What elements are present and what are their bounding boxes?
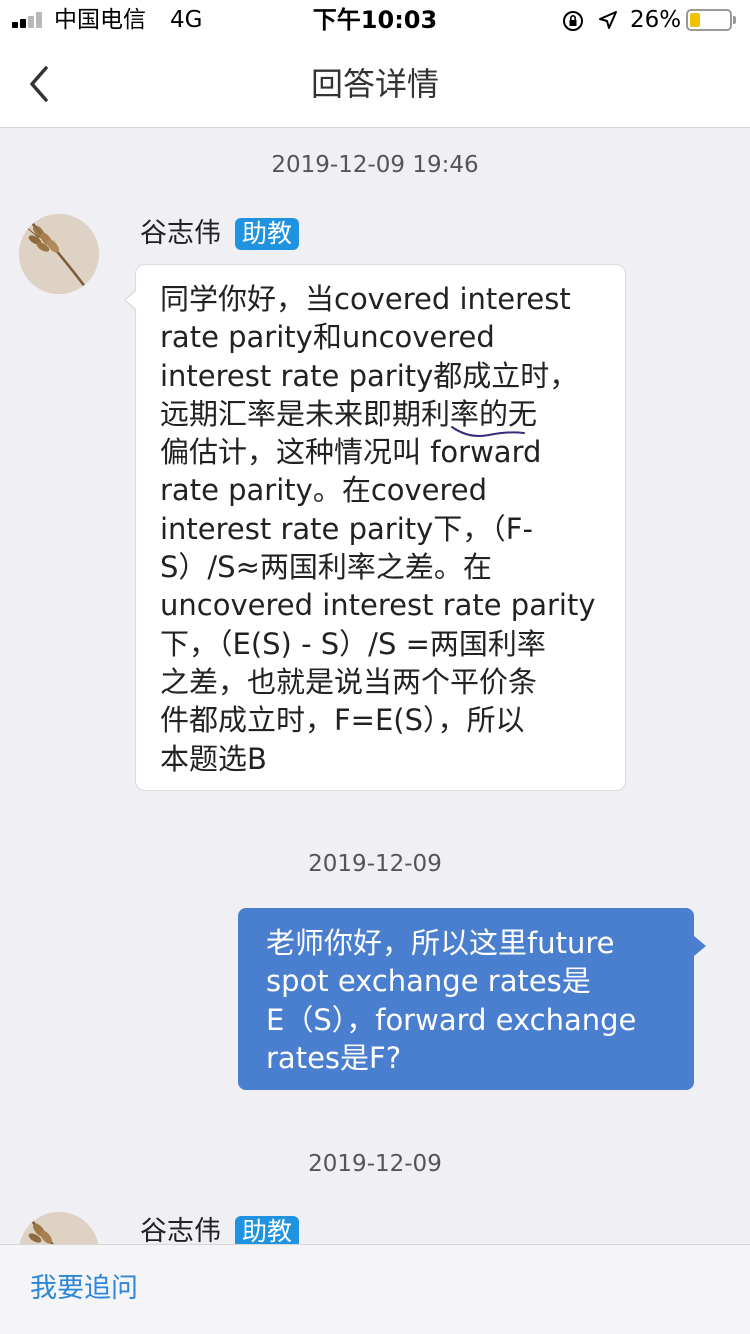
message-line: rate parity和uncovered (160, 320, 495, 355)
message-line: 老师你好，所以这里future (266, 926, 615, 960)
message-line: 偏估计，这种情况叫 forward (160, 435, 542, 470)
message-line: 本题选B (160, 741, 267, 776)
orientation-lock-icon (563, 11, 583, 31)
message-timestamp: 2019-12-09 (308, 1151, 442, 1177)
message-line: interest rate parity下，（F- (160, 511, 533, 546)
message-line: E（S），forward exchange (266, 1002, 637, 1037)
message-line: rate parity。在covered (160, 473, 488, 508)
page-title: 回答详情 (310, 65, 439, 103)
message-line: 下，（E(S) - S）/S =两国利率 (160, 626, 546, 661)
location-arrow-icon (599, 11, 617, 29)
message-line: 远期汇率是未来即期利率的无 (160, 396, 538, 431)
status-bar: 中国电信 4G 下午10:03 26% (0, 0, 750, 40)
avatar[interactable] (19, 214, 99, 294)
answer-detail-screen: 中国电信 4G 下午10:03 26% 回答详情 2019-12-09 19:4… (0, 0, 750, 1334)
message-line: 之差，也就是说当两个平价条 (160, 664, 538, 699)
nav-bar: 回答详情 (0, 40, 750, 128)
message-line: 同学你好，当covered interest (160, 282, 571, 316)
incoming-message-bubble: 同学你好，当covered interest rate parity和uncov… (124, 264, 626, 791)
battery-percent: 26% (630, 7, 682, 33)
battery-level-fill (690, 13, 700, 27)
teaching-assistant-badge: 助教 (235, 218, 300, 250)
message-timestamp: 2019-12-09 (308, 851, 442, 877)
follow-up-question-button[interactable]: 我要追问 (30, 1271, 138, 1307)
message-line: uncovered interest rate parity (160, 588, 596, 623)
bottom-action-bar: 我要追问 (0, 1244, 750, 1334)
message-line: spot exchange rates是 (266, 964, 591, 999)
battery-icon (686, 9, 736, 31)
message-line: S）/S≈两国利率之差。在 (160, 550, 492, 585)
message-timestamp: 2019-12-09 19:46 (271, 152, 479, 178)
message-line: 件都成立时，F=E(S），所以 (160, 703, 525, 738)
sender-name: 谷志伟 (140, 218, 221, 249)
outgoing-message-bubble: 老师你好，所以这里future spot exchange rates是 E（S… (238, 908, 706, 1090)
message-line: rates是F? (266, 1040, 402, 1075)
message-line: interest rate parity都成立时， (160, 358, 579, 393)
wheat-avatar-image (19, 214, 99, 294)
